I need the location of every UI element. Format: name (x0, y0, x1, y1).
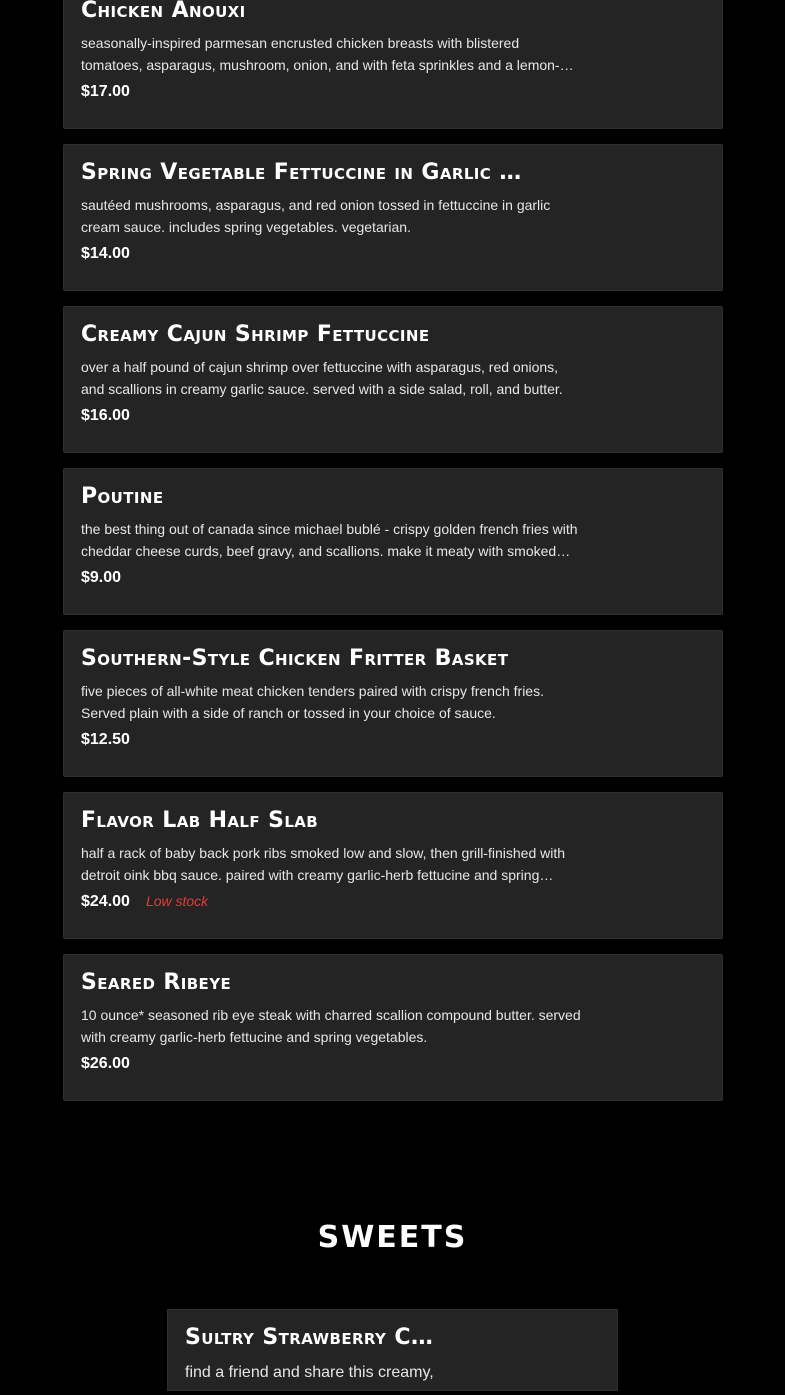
menu-item-card[interactable]: Seared Ribeye 10 ounce* seasoned rib eye… (63, 954, 723, 1101)
menu-item-title: Poutine (81, 484, 164, 509)
menu-item-price: $16.00 (81, 407, 130, 424)
menu-item-description: the best thing out of canada since micha… (81, 521, 578, 559)
menu-item-footer: $9.00 (81, 569, 121, 587)
menu-item-card[interactable]: Creamy Cajun Shrimp Fettuccine over a ha… (63, 306, 723, 453)
menu-item-list: Chicken Anouxi seasonally-inspired parme… (63, 0, 723, 1116)
menu-item-description: sautéed mushrooms, asparagus, and red on… (81, 197, 551, 235)
menu-item-description: seasonally-inspired parmesan encrusted c… (81, 35, 560, 73)
low-stock-badge: Low stock (145, 893, 209, 909)
menu-item-price: $12.50 (81, 731, 130, 748)
menu-item-title: Southern-Style Chicken Fritter Basket (81, 646, 509, 671)
section-heading-sweets: SWEETS (317, 1220, 468, 1255)
menu-item-description: 10 ounce* seasoned rib eye steak with ch… (81, 1007, 581, 1045)
menu-item-footer: $24.00 Low stock (81, 893, 208, 911)
menu-item-title: Spring Vegetable Fettuccine in Garlic Cr… (81, 160, 526, 185)
menu-item-price: $14.00 (81, 245, 130, 262)
menu-item-title: Sultry Strawberry Cheesecake (185, 1325, 445, 1350)
menu-item-card[interactable]: Flavor Lab Half Slab half a rack of baby… (63, 792, 723, 939)
menu-item-title: Flavor Lab Half Slab (81, 808, 319, 833)
menu-item-card[interactable]: Sultry Strawberry Cheesecake find a frie… (167, 1309, 618, 1391)
menu-item-footer: $14.00 (81, 245, 130, 263)
menu-item-description: find a friend and share this creamy, (185, 1364, 434, 1381)
menu-item-card[interactable]: Spring Vegetable Fettuccine in Garlic Cr… (63, 144, 723, 291)
menu-item-description: over a half pound of cajun shrimp over f… (81, 359, 563, 397)
menu-item-card[interactable]: Southern-Style Chicken Fritter Basket fi… (63, 630, 723, 777)
menu-item-description: five pieces of all-white meat chicken te… (81, 683, 544, 721)
menu-item-title: Seared Ribeye (81, 970, 232, 995)
menu-item-card[interactable]: Poutine the best thing out of canada sin… (63, 468, 723, 615)
menu-item-description: half a rack of baby back pork ribs smoke… (81, 845, 566, 883)
menu-item-footer: $26.00 (81, 1055, 130, 1073)
menu-item-price: $24.00 (81, 893, 130, 910)
menu-item-footer: $16.00 (81, 407, 130, 425)
menu-item-title: Chicken Anouxi (81, 0, 246, 23)
menu-item-footer: $17.00 (81, 83, 130, 101)
menu-item-price: $17.00 (81, 83, 130, 100)
menu-item-card[interactable]: Chicken Anouxi seasonally-inspired parme… (63, 0, 723, 129)
menu-item-price: $26.00 (81, 1055, 130, 1072)
menu-item-footer: $12.50 (81, 731, 130, 749)
menu-item-title: Creamy Cajun Shrimp Fettuccine (81, 322, 430, 347)
menu-item-price: $9.00 (81, 569, 122, 586)
